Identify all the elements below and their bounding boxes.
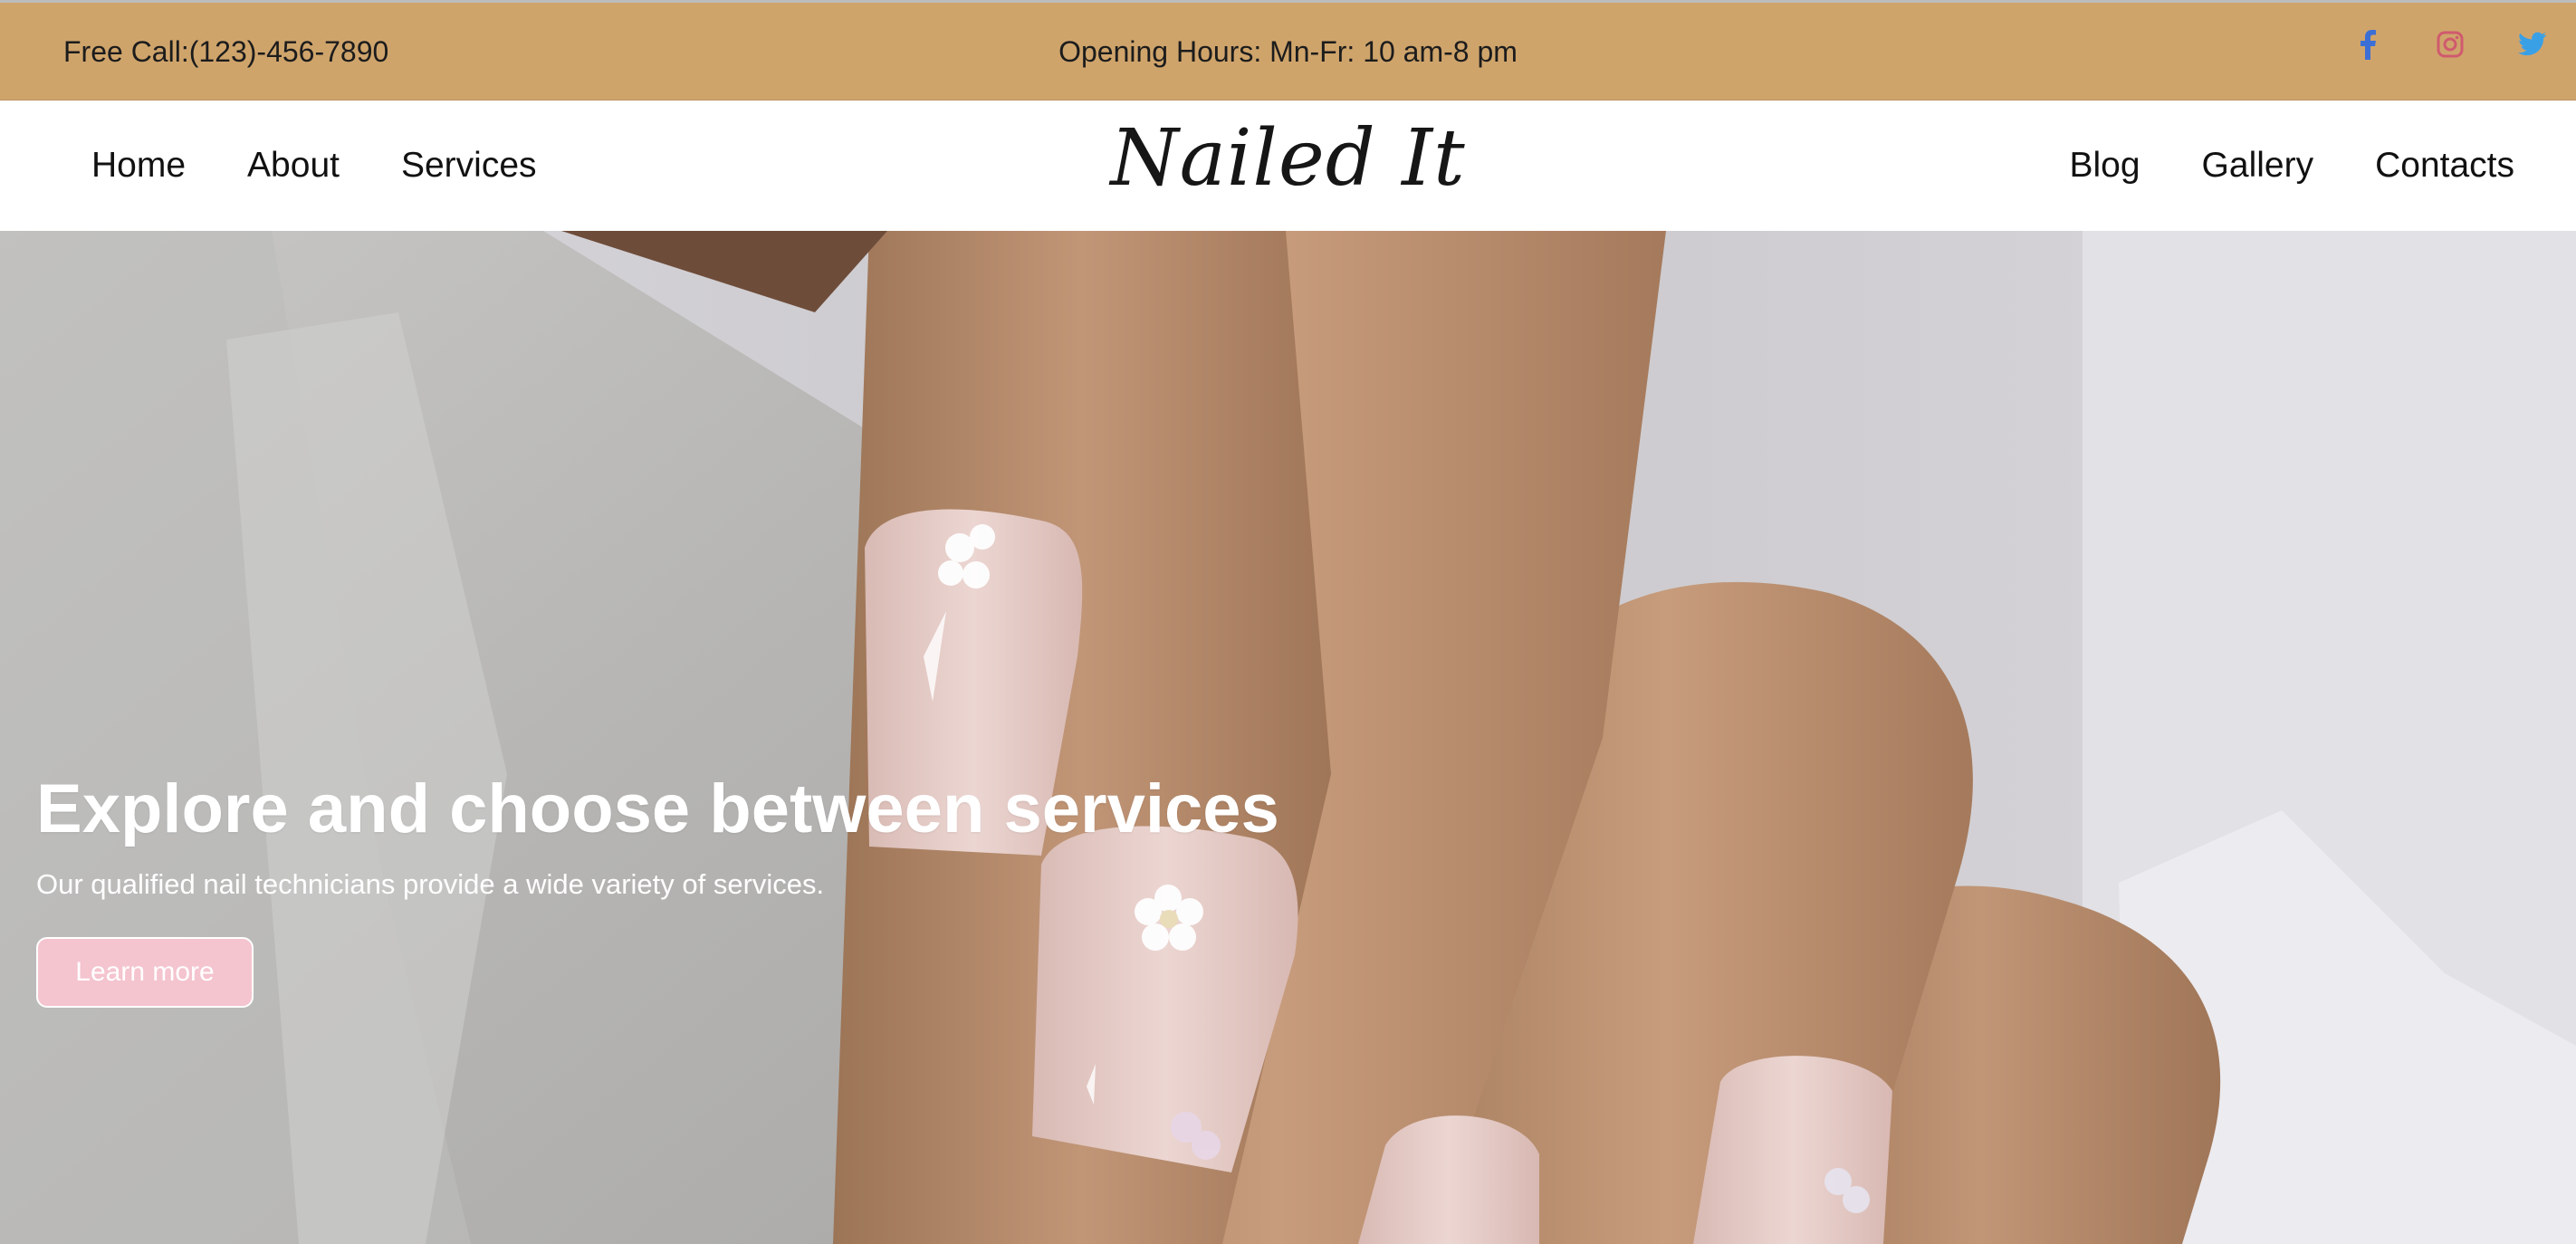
opening-hours: Opening Hours: Mn-Fr: 10 am-8 pm	[1058, 35, 1518, 68]
facebook-icon[interactable]	[2351, 28, 2384, 61]
nav-blog[interactable]: Blog	[2069, 146, 2140, 186]
twitter-icon[interactable]	[2516, 28, 2549, 61]
top-info-bar: Free Call:(123)-456-7890 Opening Hours: …	[0, 0, 2576, 100]
nav-right-group: Blog Gallery Contacts	[2069, 146, 2514, 186]
hero-banner: Explore and choose between services Our …	[0, 231, 2576, 1244]
social-links	[2351, 28, 2549, 61]
instagram-icon[interactable]	[2434, 28, 2466, 61]
nav-contacts[interactable]: Contacts	[2375, 146, 2514, 186]
main-navbar: Home About Services Nailed It Blog Galle…	[0, 100, 2576, 231]
hero-subtitle: Our qualified nail technicians provide a…	[36, 868, 825, 900]
hero-title: Explore and choose between services	[36, 770, 1279, 847]
hero-content: Explore and choose between services Our …	[36, 770, 1279, 1008]
nav-gallery[interactable]: Gallery	[2202, 146, 2314, 186]
learn-more-button[interactable]: Learn more	[36, 937, 254, 1008]
hero-nails-image	[0, 231, 2576, 1244]
